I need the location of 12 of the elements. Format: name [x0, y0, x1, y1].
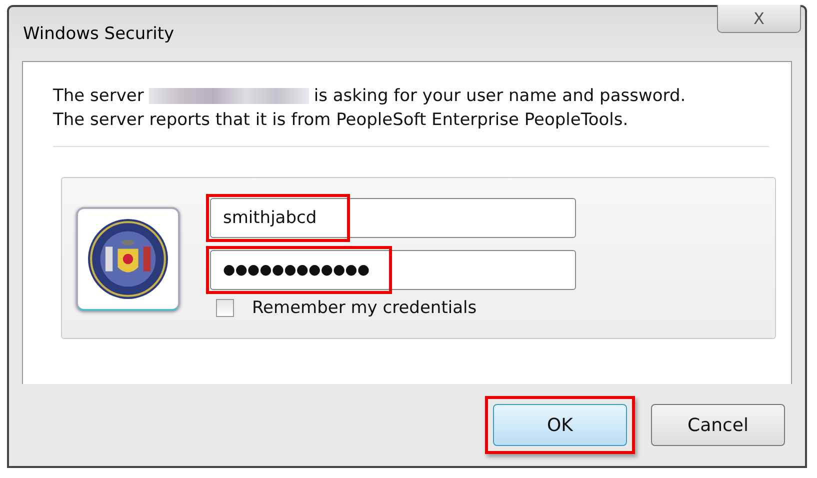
checkbox[interactable]	[216, 299, 234, 317]
seal-icon	[87, 218, 169, 300]
close-button[interactable]: X	[717, 5, 801, 33]
username-field[interactable]: smithjabcd	[210, 198, 576, 238]
checkbox-label: Remember my credentials	[252, 298, 477, 318]
ok-button[interactable]: OK	[493, 404, 627, 446]
message-text: is asking for your user name and password.	[314, 85, 686, 108]
message-text: The server reports that it is from PeopleSoft Enterprise PeopleTools.	[53, 109, 628, 132]
password-field[interactable]: ●●●●●●●●●●●●	[210, 250, 576, 290]
message-text: The server	[53, 85, 144, 108]
cancel-button[interactable]: Cancel	[651, 404, 785, 446]
window-title: Windows Security	[23, 24, 174, 44]
